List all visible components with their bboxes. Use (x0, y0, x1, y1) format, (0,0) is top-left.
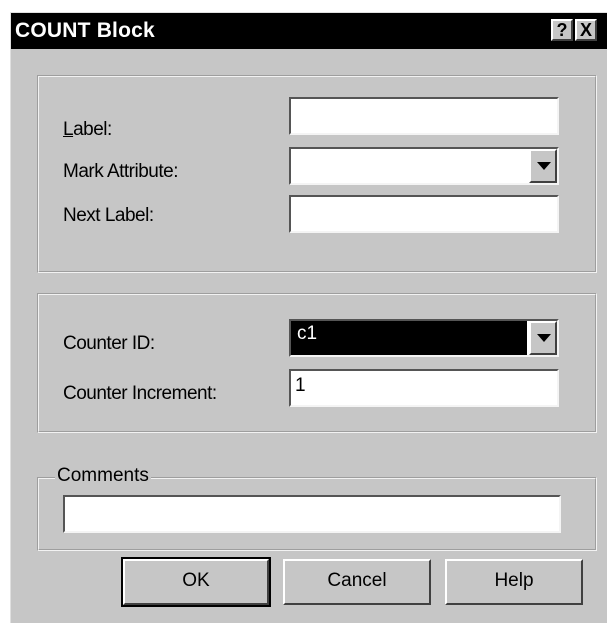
comments-legend: Comments (55, 465, 151, 487)
label-field-label: Label: (63, 119, 112, 140)
counter-increment-label-text: Counter Increment: (63, 383, 217, 404)
help-button[interactable]: Help (445, 559, 583, 605)
count-block-dialog: COUNT Block ? X Label: Mark Attribute: N… (10, 12, 607, 623)
label-field-label-text: abel: (73, 119, 112, 140)
close-icon[interactable]: X (575, 19, 597, 41)
counter-id-label: Counter ID: (63, 333, 155, 355)
counter-increment-label: Counter Increment: (63, 383, 217, 405)
counter-group (37, 293, 597, 433)
label-input[interactable] (289, 97, 559, 135)
counter-id-dropdown[interactable]: c1 (289, 319, 559, 357)
ok-button[interactable]: OK (121, 557, 271, 607)
next-label-label-text: Next Label: (63, 205, 154, 226)
title-bar: COUNT Block ? X (11, 13, 607, 49)
mark-attribute-label: Mark Attribute: (63, 161, 179, 183)
counter-id-value: c1 (291, 321, 527, 355)
next-label-input[interactable] (289, 195, 559, 233)
help-icon[interactable]: ? (551, 19, 573, 41)
window-title: COUNT Block (15, 19, 155, 42)
chevron-down-icon[interactable] (529, 149, 557, 183)
comments-input[interactable] (63, 495, 561, 533)
next-label-label: Next Label: (63, 205, 154, 227)
cancel-button[interactable]: Cancel (283, 559, 431, 605)
counter-id-label-text: Counter ID: (63, 333, 155, 354)
mark-attribute-dropdown[interactable] (289, 147, 559, 185)
mark-attribute-label-text: Mark Attribute: (63, 161, 179, 182)
mark-attribute-value (291, 149, 527, 183)
counter-increment-input[interactable]: 1 (289, 369, 559, 407)
chevron-down-icon[interactable] (529, 321, 557, 355)
